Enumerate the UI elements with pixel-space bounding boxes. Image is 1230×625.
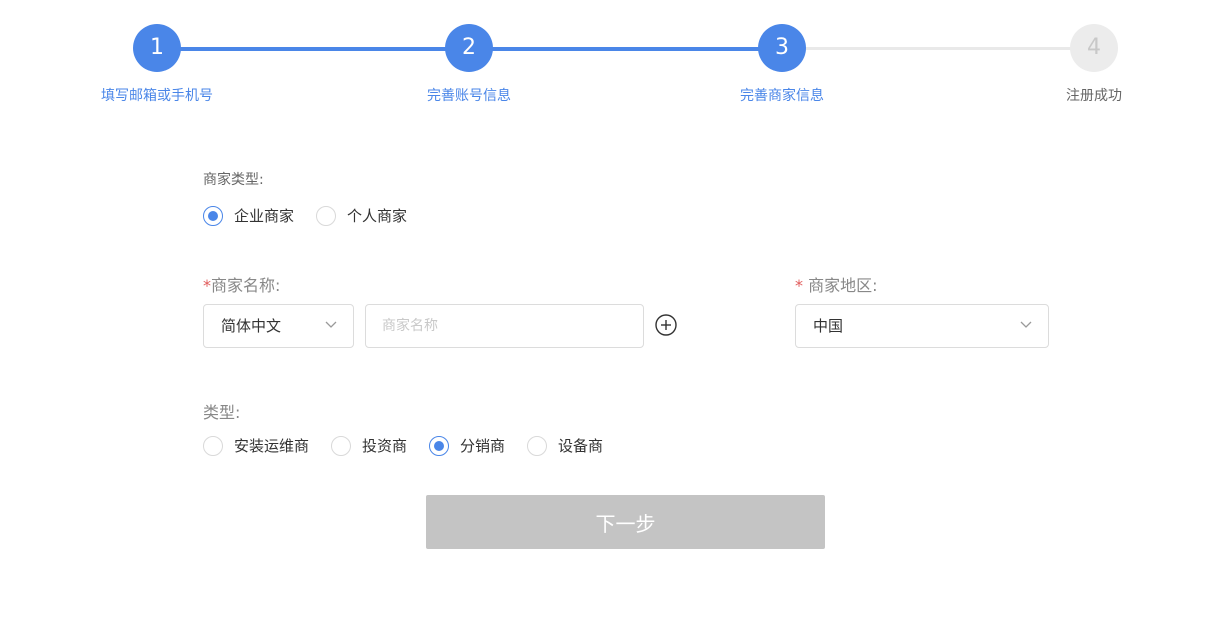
radio-unchecked-icon[interactable] (331, 435, 352, 456)
step-3-label: 完善商家信息 (740, 88, 824, 104)
radio-equipment-supplier[interactable]: 设备商 (527, 435, 603, 456)
language-select[interactable]: 简体中文 (203, 304, 354, 348)
chevron-down-icon (325, 321, 337, 328)
radio-label: 企业商家 (234, 207, 295, 225)
radio-unchecked-icon[interactable] (316, 205, 337, 226)
merchant-type-radio-group: 企业商家 个人商家 (203, 205, 429, 226)
radio-individual-merchant[interactable]: 个人商家 (316, 205, 407, 226)
category-label: 类型: (203, 403, 241, 422)
radio-label: 设备商 (558, 437, 604, 455)
step-2-number: 2 (445, 24, 493, 72)
merchant-region-label-text: 商家地区: (803, 276, 878, 295)
step-4-number: 4 (1070, 24, 1118, 72)
radio-label: 安装运维商 (234, 437, 310, 455)
required-mark: * (203, 276, 211, 295)
merchant-name-label-text: 商家名称: (211, 276, 281, 295)
language-select-value: 简体中文 (221, 317, 282, 335)
merchant-name-input[interactable] (365, 304, 644, 348)
registration-stepper: 1 填写邮箱或手机号 2 完善账号信息 3 完善商家信息 4 注册成功 (0, 0, 1230, 120)
step-4-label: 注册成功 (1066, 88, 1122, 104)
radio-investor[interactable]: 投资商 (331, 435, 407, 456)
chevron-down-icon (1020, 321, 1032, 328)
merchant-name-label: *商家名称: (203, 272, 280, 296)
merchant-type-label: 商家类型: (203, 172, 264, 188)
step-1: 1 填写邮箱或手机号 (77, 24, 237, 105)
radio-enterprise-merchant[interactable]: 企业商家 (203, 205, 294, 226)
step-1-number: 1 (133, 24, 181, 72)
next-step-button[interactable]: 下一步 (426, 495, 825, 549)
radio-label: 个人商家 (347, 207, 408, 225)
merchant-region-label: * 商家地区: (795, 272, 877, 296)
region-select[interactable]: 中国 (795, 304, 1049, 348)
radio-unchecked-icon[interactable] (527, 435, 548, 456)
radio-install-maintenance[interactable]: 安装运维商 (203, 435, 309, 456)
radio-label: 投资商 (362, 437, 408, 455)
step-3: 3 完善商家信息 (702, 24, 862, 105)
radio-distributor[interactable]: 分销商 (429, 435, 505, 456)
plus-circle-icon[interactable] (655, 314, 677, 336)
step-2: 2 完善账号信息 (389, 24, 549, 105)
step-4: 4 注册成功 (1014, 24, 1174, 105)
category-radio-group: 安装运维商 投资商 分销商 设备商 (203, 435, 625, 456)
step-1-label: 填写邮箱或手机号 (101, 88, 213, 104)
step-2-label: 完善账号信息 (427, 88, 511, 104)
region-select-value: 中国 (813, 317, 844, 335)
radio-unchecked-icon[interactable] (203, 435, 223, 456)
radio-label: 分销商 (460, 437, 506, 455)
step-3-number: 3 (758, 24, 806, 72)
radio-checked-icon[interactable] (429, 435, 450, 456)
required-mark: * (795, 276, 803, 295)
radio-checked-icon[interactable] (203, 205, 223, 226)
